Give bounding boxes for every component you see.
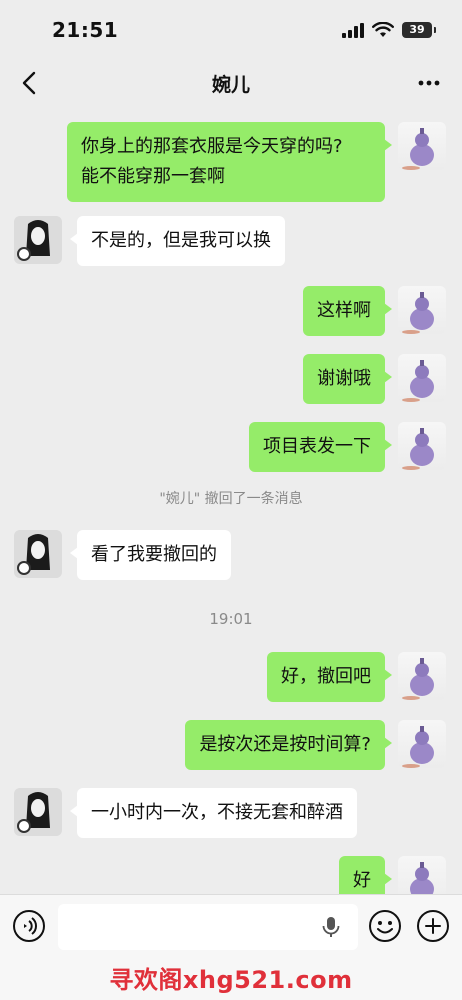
contact-avatar[interactable]	[14, 216, 62, 264]
self-avatar[interactable]	[398, 652, 446, 700]
contact-avatar[interactable]	[14, 788, 62, 836]
message-bubble-self[interactable]: 好	[339, 856, 392, 894]
self-avatar[interactable]	[398, 286, 446, 334]
more-icon[interactable]	[414, 68, 444, 98]
status-icons: 39	[342, 20, 436, 40]
status-time: 21:51	[52, 18, 119, 42]
message-bubble-self[interactable]: 谢谢哦	[303, 354, 392, 404]
message-bubble-self[interactable]: 你身上的那套衣服是今天穿的吗? 能不能穿那一套啊	[67, 122, 392, 202]
self-avatar[interactable]	[398, 856, 446, 894]
timestamp: 19:01	[209, 610, 253, 628]
status-bar: 21:51 39	[0, 0, 462, 58]
message-bubble-self[interactable]: 这样啊	[303, 286, 392, 336]
message-bubble-other[interactable]: 一小时内一次，不接无套和醉酒	[70, 788, 357, 838]
chat-title: 婉儿	[211, 74, 250, 96]
message-bubble-self[interactable]: 好，撤回吧	[267, 652, 392, 702]
message-bubble-self[interactable]: 项目表发一下	[249, 422, 392, 472]
chat-messages[interactable]: 你身上的那套衣服是今天穿的吗? 能不能穿那一套啊 不是的，但是我可以换 这样啊 …	[0, 108, 462, 894]
watermark-bar: 寻欢阁xhg521.com	[0, 958, 462, 1000]
signal-icon	[342, 22, 364, 38]
voice-icon[interactable]	[12, 909, 46, 943]
wifi-icon	[372, 22, 394, 37]
battery-icon: 39	[402, 22, 436, 38]
message-bubble-other[interactable]: 不是的，但是我可以换	[70, 216, 285, 266]
message-bubble-self[interactable]: 是按次还是按时间算?	[185, 720, 392, 770]
self-avatar[interactable]	[398, 720, 446, 768]
watermark-text: 寻欢阁xhg521.com	[109, 966, 353, 994]
message-bubble-other[interactable]: 看了我要撤回的	[70, 530, 231, 580]
message-input[interactable]	[58, 904, 358, 950]
self-avatar[interactable]	[398, 122, 446, 170]
message-text: 你身上的那套衣服是今天穿的吗?	[81, 136, 343, 157]
message-text: 能不能穿那一套啊	[81, 166, 225, 187]
self-avatar[interactable]	[398, 422, 446, 470]
emoji-icon[interactable]	[368, 909, 402, 943]
plus-icon[interactable]	[416, 909, 450, 943]
input-bar	[0, 894, 462, 958]
contact-avatar[interactable]	[14, 530, 62, 578]
self-avatar[interactable]	[398, 354, 446, 402]
chat-header: 婉儿	[0, 58, 462, 108]
recall-notice: "婉儿" 撤回了一条消息	[159, 491, 303, 507]
mic-icon[interactable]	[320, 916, 342, 938]
